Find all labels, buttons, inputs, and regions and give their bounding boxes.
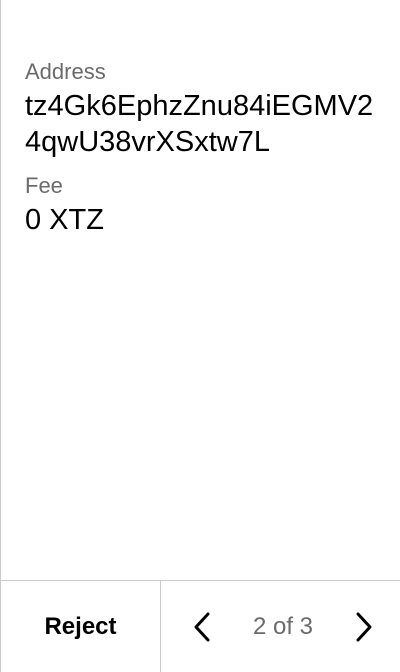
- fee-label: Fee: [25, 173, 63, 198]
- chevron-right-icon[interactable]: [353, 611, 375, 643]
- pager: 2 of 3: [161, 581, 400, 672]
- page-indicator: 2 of 3: [252, 612, 314, 640]
- address-value: tz4Gk6EphzZnu84iEGMV24qwU38vrXSxtw7L: [25, 90, 374, 158]
- navigation-footer: Reject 2 of 3: [1, 580, 400, 672]
- review-screen: Address tz4Gk6EphzZnu84iEGMV24qwU38vrXSx…: [0, 0, 400, 672]
- transaction-details: Address tz4Gk6EphzZnu84iEGMV24qwU38vrXSx…: [25, 56, 385, 238]
- chevron-left-icon[interactable]: [191, 611, 213, 643]
- fee-value: 0 XTZ: [25, 204, 104, 236]
- address-label: Address: [25, 59, 106, 84]
- reject-button[interactable]: Reject: [1, 581, 161, 672]
